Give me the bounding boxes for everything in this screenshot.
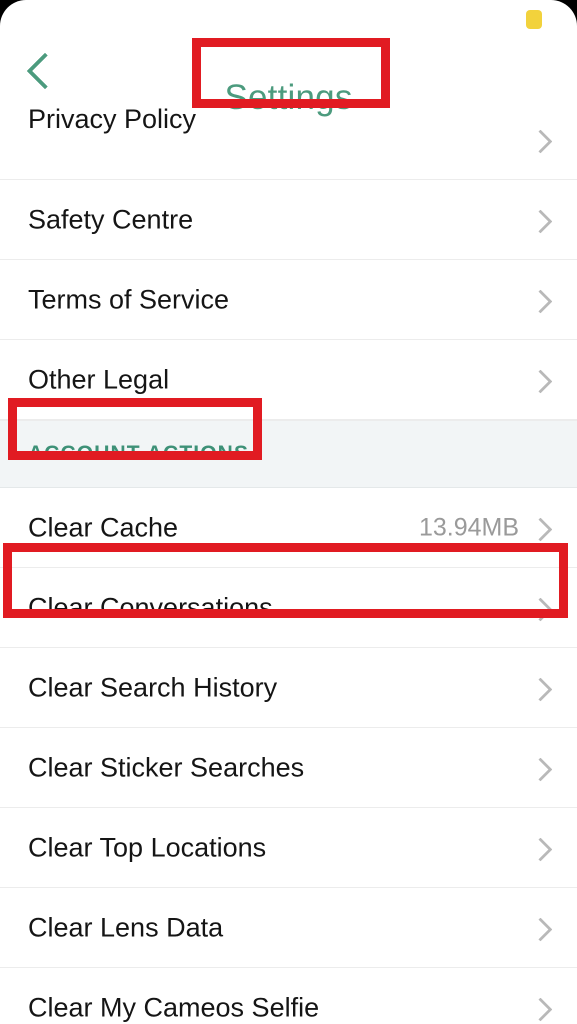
status-bar (0, 0, 577, 36)
list-item-label: Clear Lens Data (28, 912, 224, 942)
list-item-clear-sticker-searches[interactable]: Clear Sticker Searches (0, 728, 577, 808)
chevron-right-icon (528, 836, 553, 862)
list-item-label: Terms of Service (28, 284, 230, 314)
battery-indicator-icon (526, 10, 542, 29)
list-item-label: Clear My Cameos Selfie (28, 992, 320, 1022)
list-item-clear-conversations[interactable]: Clear Conversations (0, 568, 577, 648)
list-item-label: Other Legal (28, 364, 170, 394)
chevron-right-icon (528, 596, 553, 622)
chevron-right-icon (528, 208, 553, 234)
list-item[interactable]: Terms of Service (0, 260, 577, 340)
chevron-right-icon (528, 756, 553, 782)
chevron-right-icon (528, 996, 553, 1022)
list-item-clear-cache[interactable]: Clear Cache 13.94MB (0, 488, 577, 568)
list-item[interactable]: Other Legal (0, 340, 577, 420)
list-item-label: Clear Cache (28, 512, 179, 542)
settings-screen: Settings Privacy Policy Safety Centre Te… (0, 0, 577, 1024)
chevron-right-icon (528, 676, 553, 702)
list-item-label: Clear Conversations (28, 592, 273, 622)
section-header-label: ACCOUNT ACTIONS (28, 442, 250, 465)
list-item-clear-lens-data[interactable]: Clear Lens Data (0, 888, 577, 968)
list-item[interactable]: Safety Centre (0, 180, 577, 260)
list-item-label: Safety Centre (28, 204, 194, 234)
list-item-clear-search-history[interactable]: Clear Search History (0, 648, 577, 728)
settings-list[interactable]: Privacy Policy Safety Centre Terms of Se… (0, 100, 577, 1024)
chevron-right-icon (528, 516, 553, 542)
list-item-clear-top-locations[interactable]: Clear Top Locations (0, 808, 577, 888)
page-title: Settings (224, 78, 353, 117)
list-item-label: Clear Top Locations (28, 832, 267, 862)
chevron-right-icon (528, 288, 553, 314)
section-header-account-actions: ACCOUNT ACTIONS (0, 420, 577, 488)
list-item-clear-my-cameos-selfie[interactable]: Clear My Cameos Selfie (0, 968, 577, 1024)
chevron-right-icon (528, 368, 553, 394)
chevron-right-icon (528, 916, 553, 942)
list-item-label: Clear Search History (28, 672, 278, 702)
navigation-bar: Settings (0, 36, 577, 115)
chevron-right-icon (528, 128, 553, 154)
list-item-label: Clear Sticker Searches (28, 752, 305, 782)
cache-size-value: 13.94MB (418, 513, 519, 541)
